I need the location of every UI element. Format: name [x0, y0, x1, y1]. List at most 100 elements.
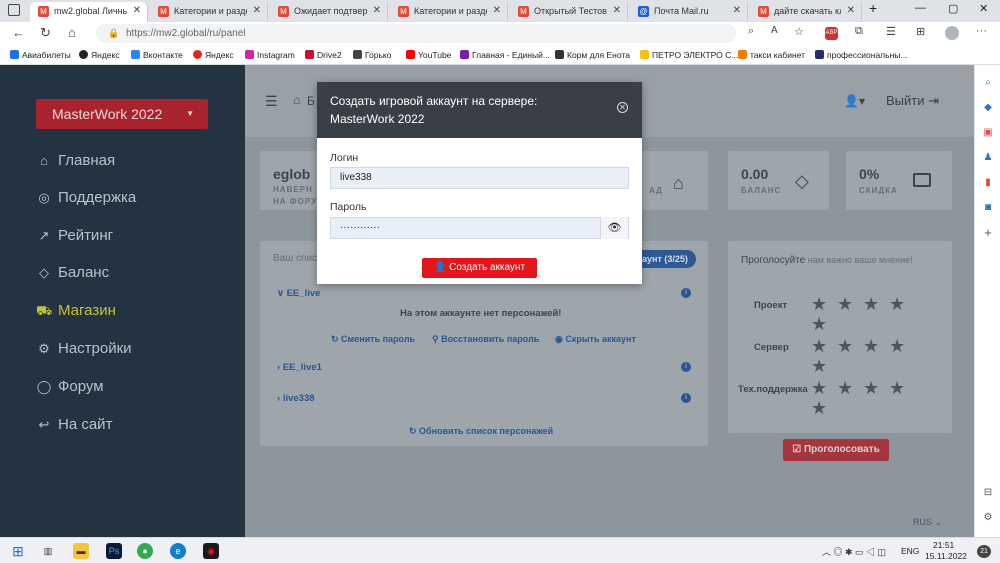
minimize-button[interactable]: — — [915, 2, 926, 14]
chart-icon: ↗ — [38, 228, 50, 243]
bookmark-item[interactable]: Горько — [353, 50, 391, 60]
bookmark-item[interactable]: такси кабинет — [738, 50, 805, 60]
site-favicon-icon: M — [158, 6, 169, 17]
password-input[interactable]: ············ 👁 — [330, 217, 629, 239]
sidebar-item-balance[interactable]: ◇ Баланс — [36, 264, 109, 281]
tools-icon[interactable]: ▣ — [982, 127, 994, 139]
file-explorer-icon[interactable]: ▬ — [73, 543, 89, 559]
sidebar-item-shop[interactable]: ⛟ Магазин — [36, 302, 116, 321]
site-favicon-icon: M — [278, 6, 289, 17]
bookmark-item[interactable]: профессиональны... — [815, 50, 907, 60]
back-arrow-icon[interactable]: ← — [12, 25, 25, 40]
clock-date[interactable]: 15.11.2022 — [925, 551, 967, 561]
site-favicon-icon: M — [398, 6, 409, 17]
close-icon[interactable]: ✕ — [617, 102, 628, 113]
tray-icons[interactable]: ︿ ◎ ✱ ▭ ◁ ◫ — [822, 545, 886, 558]
modal-title: Создать игровой аккаунт на сервере: Mast… — [330, 94, 538, 126]
close-tab-icon[interactable]: ✕ — [133, 2, 141, 20]
chrome-icon[interactable]: ● — [137, 543, 153, 559]
home-icon: ⌂ — [40, 153, 48, 168]
login-input[interactable]: live338 — [330, 167, 629, 189]
edge-sidebar: ⌕ ◆ ▣ ♟ ▮ ◙ + ⊟ ⚙ — [974, 65, 1000, 537]
browser-tab[interactable]: MОжидает подтвержде✕ — [270, 2, 388, 22]
sidebar-item-rating[interactable]: ↗ Рейтинг — [36, 227, 114, 244]
new-tab-button[interactable]: + — [869, 0, 877, 16]
maximize-button[interactable]: ▢ — [948, 2, 958, 15]
bookmark-item[interactable]: Drive2 — [305, 50, 342, 60]
office-icon[interactable]: ▮ — [982, 177, 994, 189]
browser-tab[interactable]: MКатегории и раздел✕ — [150, 2, 268, 22]
sidebar-item-settings[interactable]: ⚙ Настройки — [36, 340, 131, 357]
gear-icon: ⚙ — [38, 341, 50, 356]
favorites-icon[interactable]: ☰ — [886, 25, 896, 38]
extensions-icon[interactable]: ⧉ — [855, 25, 863, 38]
bookmark-item[interactable]: Корм для Енота — [555, 50, 630, 60]
search-page-icon[interactable]: ⌕ — [748, 25, 754, 38]
bookmark-item[interactable]: Главная - Единый... — [460, 50, 550, 60]
address-bar: ← ↻ ⌂ 🔒 https://mw2.global/ru/panel ⌕ A … — [0, 22, 1000, 45]
create-account-modal: Создать игровой аккаунт на сервере: Mast… — [317, 82, 642, 284]
split-screen-icon[interactable]: ⊟ — [982, 487, 994, 499]
add-icon[interactable]: + — [982, 226, 994, 239]
game-launcher-icon[interactable]: ◉ — [203, 543, 219, 559]
modal-header: Создать игровой аккаунт на сервере: Mast… — [317, 82, 642, 138]
tab-actions-icon[interactable] — [8, 4, 20, 16]
more-menu-icon[interactable]: ··· — [976, 25, 987, 37]
browser-tab[interactable]: @ Почта Mail.ru ✕ — [630, 2, 748, 22]
close-tab-icon[interactable]: ✕ — [493, 2, 501, 20]
cart-icon: ⛟ — [36, 303, 53, 318]
reload-icon[interactable]: ↻ — [40, 25, 51, 41]
notification-badge[interactable]: 21 — [977, 545, 991, 558]
site-favicon-icon: M — [38, 6, 49, 17]
sidebar-item-forum[interactable]: ◯ Форум — [36, 378, 104, 395]
site-favicon-icon: M — [518, 6, 529, 17]
games-icon[interactable]: ♟ — [982, 152, 994, 164]
mail-favicon-icon: @ — [638, 6, 649, 17]
support-icon: ◎ — [38, 190, 50, 205]
add-user-icon: 👤 — [433, 262, 447, 273]
input-language[interactable]: ENG — [901, 546, 919, 556]
close-window-button[interactable]: ✕ — [979, 2, 988, 15]
url-input[interactable]: 🔒 https://mw2.global/ru/panel — [96, 24, 736, 43]
bookmark-item[interactable]: YouTube — [406, 50, 451, 60]
bookmark-item[interactable]: Instagram — [245, 50, 295, 60]
browser-tab[interactable]: MОткрытый Тестовый✕ — [510, 2, 628, 22]
adblock-icon[interactable]: ABP — [825, 27, 838, 40]
close-tab-icon[interactable]: ✕ — [613, 2, 621, 20]
bookmark-item[interactable]: ПЕТРО ЭЛЕКТРО С... — [640, 50, 738, 60]
read-aloud-icon[interactable]: A — [771, 25, 778, 36]
bookmark-item[interactable]: Яндекс — [193, 50, 234, 60]
back-icon: ↩ — [38, 417, 50, 432]
photoshop-icon[interactable]: Ps — [106, 543, 122, 559]
close-tab-icon[interactable]: ✕ — [253, 2, 261, 20]
browser-tab[interactable]: Mmw2.global Личный к✕ — [30, 2, 148, 22]
close-tab-icon[interactable]: ✕ — [733, 2, 741, 20]
bookmark-item[interactable]: Вконтакте — [131, 50, 183, 60]
browser-tab[interactable]: Mдайте скачать клиен✕ — [750, 2, 862, 22]
close-tab-icon[interactable]: ✕ — [847, 2, 855, 20]
clock-time[interactable]: 21:51 — [933, 540, 954, 550]
server-select-button[interactable]: MasterWork 2022 ▼ — [36, 99, 208, 129]
sidebar-item-site[interactable]: ↩ На сайт — [36, 416, 113, 433]
sidebar-item-support[interactable]: ◎ Поддержка — [36, 189, 136, 206]
settings-icon[interactable]: ⚙ — [982, 512, 994, 524]
profile-avatar[interactable] — [945, 26, 959, 40]
collections-icon[interactable]: ⊞ — [916, 25, 925, 38]
sidebar-item-home[interactable]: ⌂ Главная — [36, 152, 115, 169]
home-icon[interactable]: ⌂ — [68, 25, 76, 40]
browser-tab[interactable]: MКатегории и разделы✕ — [390, 2, 508, 22]
search-icon[interactable]: ⌕ — [982, 77, 994, 89]
favorite-star-icon[interactable]: ☆ — [794, 25, 804, 38]
edge-icon[interactable]: e — [170, 543, 186, 559]
bookmark-item[interactable]: Авиабилеты — [10, 50, 71, 60]
create-account-button[interactable]: 👤 Создать аккаунт — [422, 258, 537, 278]
password-label: Пароль — [330, 201, 367, 213]
lock-icon: 🔒 — [108, 28, 120, 38]
windows-start-icon[interactable]: ⊞ — [10, 543, 26, 559]
shopping-tag-icon[interactable]: ◆ — [982, 102, 994, 114]
show-password-icon[interactable]: 👁 — [600, 217, 628, 239]
task-view-icon[interactable]: ▥ — [40, 543, 56, 559]
close-tab-icon[interactable]: ✕ — [373, 2, 381, 20]
outlook-icon[interactable]: ◙ — [982, 202, 994, 214]
bookmark-item[interactable]: Яндекс — [79, 50, 120, 60]
